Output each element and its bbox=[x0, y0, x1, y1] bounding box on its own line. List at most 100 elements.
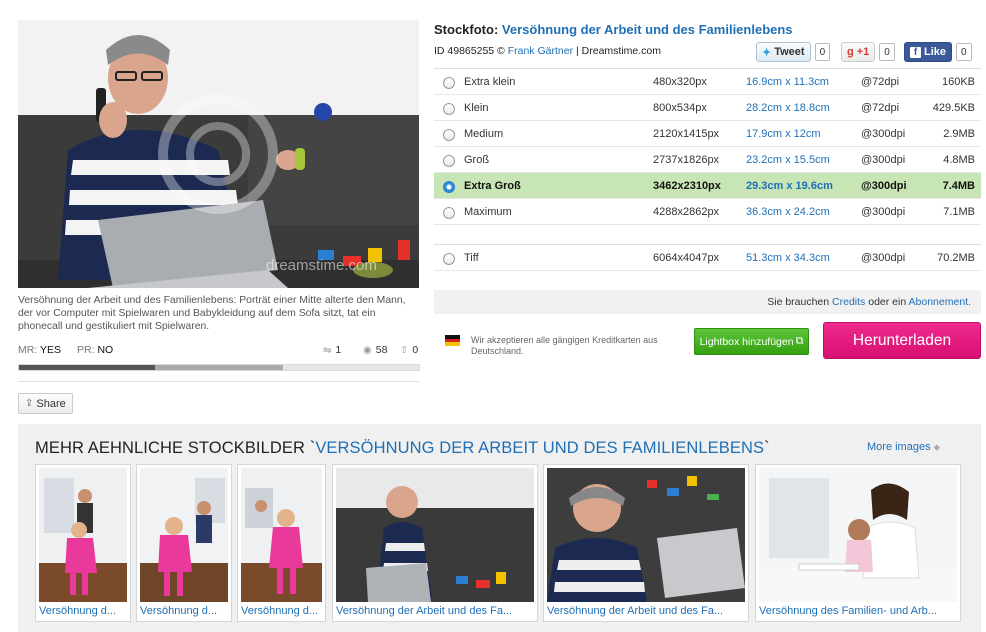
views-count: 58 bbox=[375, 344, 388, 356]
size-dpi: @300dpi bbox=[861, 128, 906, 140]
size-pixels: 3462x2310px bbox=[653, 180, 721, 192]
size-file-size: 70.2MB bbox=[937, 252, 975, 264]
size-print-dimensions: 17.9cm x 12cm bbox=[746, 128, 821, 140]
like-count: 0 bbox=[956, 43, 972, 61]
rating-bar-dark bbox=[19, 365, 155, 370]
size-name: Maximum bbox=[464, 206, 512, 218]
size-dpi: @300dpi bbox=[861, 154, 906, 166]
size-option-row[interactable]: Tiff 6064x4047px 51.3cm x 34.3cm @300dpi 70.… bbox=[434, 245, 981, 271]
size-dpi: @300dpi bbox=[861, 206, 906, 218]
tweet-button[interactable]: ✦ Tweet bbox=[756, 42, 811, 62]
size-radio[interactable] bbox=[443, 103, 455, 115]
germany-flag-icon bbox=[445, 335, 460, 346]
gplus-count: 0 bbox=[879, 43, 895, 61]
size-pixels: 480x320px bbox=[653, 76, 707, 88]
size-pixels: 2120x1415px bbox=[653, 128, 720, 140]
title-link[interactable]: Versöhnung der Arbeit und des Familienle… bbox=[502, 22, 793, 37]
share-button[interactable]: ⇪ Share bbox=[18, 393, 73, 414]
like-label: Like bbox=[924, 46, 947, 58]
size-option-row[interactable]: Medium 2120x1415px 17.9cm x 12cm @300dpi 2.9… bbox=[434, 121, 981, 147]
download-count-icon: ⇋ bbox=[323, 344, 332, 356]
facebook-like-button[interactable]: f Like bbox=[904, 42, 953, 62]
share-icon: ⇪ bbox=[25, 398, 34, 409]
main-photo[interactable]: dreamstime.com bbox=[18, 20, 419, 288]
size-table-spacer bbox=[434, 225, 981, 245]
size-radio[interactable] bbox=[443, 253, 455, 265]
similar-heading-prefix: MEHR AEHNLICHE STOCKBILDER ` bbox=[35, 439, 316, 457]
page-title: Stockfoto: Versöhnung der Arbeit und des… bbox=[434, 22, 793, 37]
thumb-caption[interactable]: Versöhnung d... bbox=[39, 604, 127, 618]
thumb-caption[interactable]: Versöhnung des Familien- und Arb... bbox=[759, 604, 957, 618]
man-laptop-toys-photo bbox=[547, 468, 745, 602]
size-print-dimensions: 28.2cm x 18.8cm bbox=[746, 102, 830, 114]
size-radio[interactable] bbox=[443, 155, 455, 167]
similar-thumb[interactable]: Versöhnung d... bbox=[136, 464, 232, 622]
size-pixels: 4288x2862px bbox=[653, 206, 720, 218]
similar-thumb[interactable]: Versöhnung der Arbeit und des Fa... bbox=[543, 464, 749, 622]
size-name: Tiff bbox=[464, 252, 479, 264]
tweet-label: Tweet bbox=[774, 46, 805, 58]
image-id: ID 49865255 © bbox=[434, 45, 505, 57]
size-print-dimensions: 23.2cm x 15.5cm bbox=[746, 154, 830, 166]
stressed-man-sofa-photo bbox=[336, 468, 534, 602]
similar-thumb[interactable]: Versöhnung d... bbox=[35, 464, 131, 622]
gplus-button[interactable]: g +1 bbox=[841, 42, 876, 62]
size-dpi: @72dpi bbox=[861, 76, 900, 88]
size-option-row[interactable]: Klein 800x534px 28.2cm x 18.8cm @72dpi 429.5… bbox=[434, 95, 981, 121]
thumb-caption[interactable]: Versöhnung d... bbox=[140, 604, 228, 618]
size-name: Extra klein bbox=[464, 76, 516, 88]
thumb-caption[interactable]: Versöhnung d... bbox=[241, 604, 322, 618]
divider bbox=[18, 381, 420, 382]
size-file-size: 160KB bbox=[941, 76, 975, 88]
similar-images-section: MEHR AEHNLICHE STOCKBILDER `VERSÖHNUNG D… bbox=[18, 424, 981, 632]
size-radio[interactable] bbox=[443, 129, 455, 141]
gplus-widget: g +1 0 bbox=[841, 42, 895, 62]
thumb-image bbox=[39, 468, 127, 602]
similar-thumb[interactable]: Versöhnung der Arbeit und des Fa... bbox=[332, 464, 538, 622]
credits-text-before: Sie brauchen bbox=[767, 296, 830, 308]
credits-link[interactable]: Credits bbox=[832, 296, 865, 308]
similar-heading-link[interactable]: VERSÖHNUNG DER ARBEIT UND DES FAMILIENLE… bbox=[315, 439, 764, 457]
size-option-row[interactable]: Extra Groß 3462x2310px 29.3cm x 19.6cm @300… bbox=[434, 173, 981, 199]
add-to-lightbox-button[interactable]: Lightbox hinzufügen ⧉ bbox=[694, 328, 809, 355]
likes-stat: ⇧ 0 bbox=[400, 344, 418, 356]
size-name: Klein bbox=[464, 102, 489, 114]
size-radio[interactable] bbox=[443, 207, 455, 219]
thumb-image bbox=[547, 468, 745, 602]
rating-bar bbox=[18, 364, 420, 371]
download-button[interactable]: Herunterladen bbox=[823, 322, 981, 359]
subscription-link[interactable]: Abonnement. bbox=[909, 296, 971, 308]
size-radio[interactable] bbox=[443, 77, 455, 89]
size-file-size: 7.4MB bbox=[942, 180, 975, 192]
size-file-size: 4.8MB bbox=[943, 154, 975, 166]
similar-thumb[interactable]: Versöhnung des Familien- und Arb... bbox=[755, 464, 961, 622]
tweet-count: 0 bbox=[814, 43, 831, 61]
thumb-caption[interactable]: Versöhnung der Arbeit und des Fa... bbox=[547, 604, 745, 618]
photo-description: Versöhnung der Arbeit und des Familienle… bbox=[18, 295, 406, 332]
twitter-bird-icon: ✦ bbox=[762, 46, 772, 59]
size-option-row[interactable]: Groß 2737x1826px 23.2cm x 15.5cm @300dpi 4.8… bbox=[434, 147, 981, 173]
size-radio[interactable] bbox=[443, 181, 455, 193]
more-arrow-icon: ⬥ bbox=[933, 442, 940, 452]
size-dpi: @300dpi bbox=[861, 252, 906, 264]
size-option-row[interactable]: Maximum 4288x2862px 36.3cm x 24.2cm @300dpi… bbox=[434, 199, 981, 225]
credits-text-middle: oder ein bbox=[868, 296, 907, 308]
size-option-row[interactable]: Extra klein 480x320px 16.9cm x 11.3cm @72dp… bbox=[434, 69, 981, 95]
girl-pink-outfit-photo bbox=[241, 468, 322, 602]
girl-pink-outfit-photo bbox=[140, 468, 228, 602]
pr-label: PR: bbox=[77, 344, 95, 356]
facebook-icon: f bbox=[910, 46, 921, 58]
property-release: PR: NO bbox=[77, 344, 113, 356]
rating-bar-mid bbox=[155, 365, 283, 370]
downloads-stat: ⇋ 1 bbox=[323, 344, 341, 356]
girl-pink-outfit-photo bbox=[39, 468, 127, 602]
size-pixels: 6064x4047px bbox=[653, 252, 720, 264]
author-link[interactable]: Frank Gärtner bbox=[508, 45, 573, 57]
model-release: MR: YES bbox=[18, 344, 61, 356]
thumb-icon: ⇧ bbox=[400, 344, 409, 356]
more-images-link[interactable]: More images ⬥ bbox=[867, 441, 940, 453]
similar-heading-suffix: ` bbox=[764, 439, 770, 457]
size-name: Extra Groß bbox=[464, 180, 521, 192]
similar-thumb[interactable]: Versöhnung d... bbox=[237, 464, 326, 622]
thumb-caption[interactable]: Versöhnung der Arbeit und des Fa... bbox=[336, 604, 534, 618]
